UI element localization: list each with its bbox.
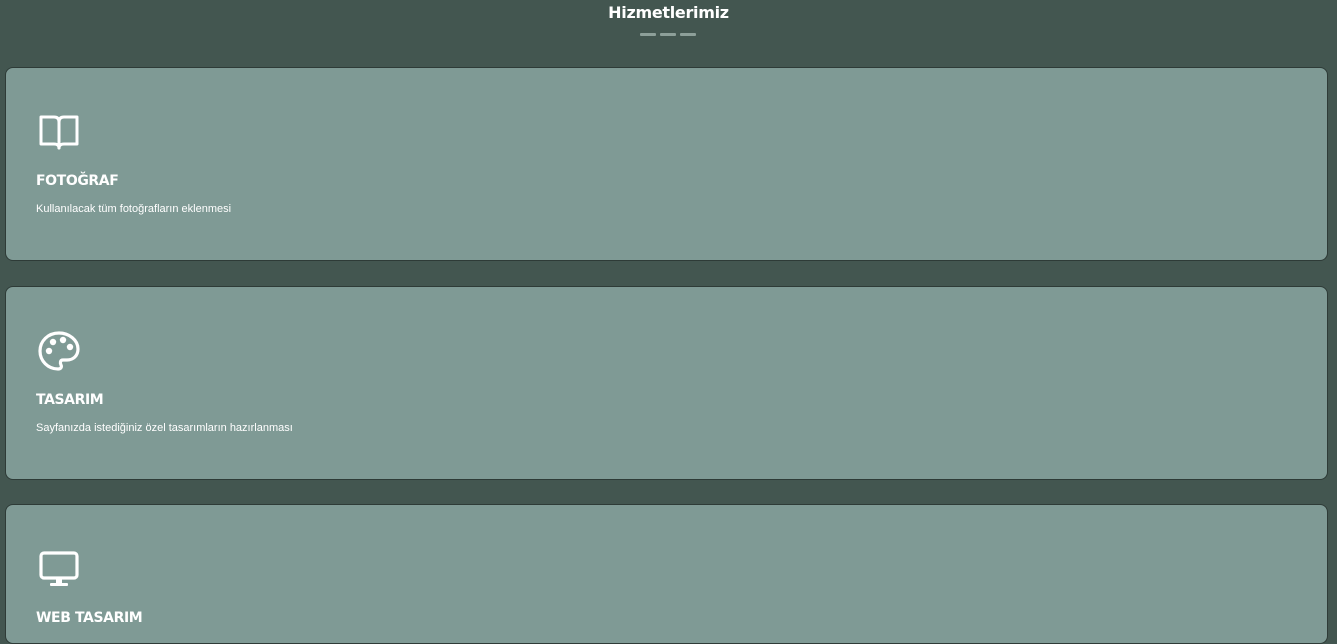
service-description: Kullanılacak tüm fotoğrafların eklenmesi [36, 203, 232, 215]
section-title: Hizmetlerimiz [608, 3, 729, 22]
service-title: TASARIM [36, 392, 104, 408]
book-open-icon [38, 111, 80, 153]
title-divider [640, 33, 696, 37]
service-title: WEB TASARIM [36, 610, 143, 626]
palette-icon [38, 330, 80, 372]
service-card-fotograf[interactable]: FOTOĞRAF Kullanılacak tüm fotoğrafların … [5, 67, 1328, 261]
service-card-web-tasarim[interactable]: WEB TASARIM [5, 504, 1328, 644]
section-header: Hizmetlerimiz [0, 0, 1337, 60]
service-card-tasarim[interactable]: TASARIM Sayfanızda istediğiniz özel tasa… [5, 286, 1328, 480]
monitor-icon [38, 548, 80, 590]
service-title: FOTOĞRAF [36, 173, 119, 189]
divider-dash [660, 33, 676, 36]
divider-dash [640, 33, 656, 36]
service-description: Sayfanızda istediğiniz özel tasarımların… [36, 422, 293, 434]
divider-dash [680, 33, 696, 36]
